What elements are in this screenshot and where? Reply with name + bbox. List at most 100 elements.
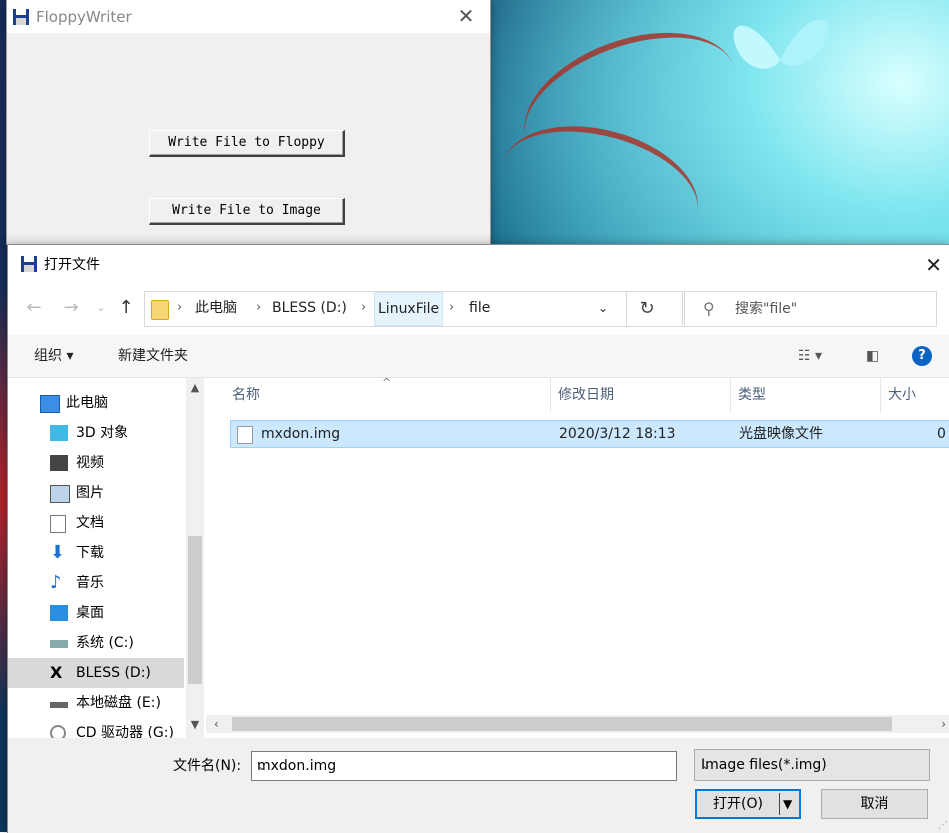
- floppy-app-icon: [21, 256, 37, 272]
- list-horizontal-scrollbar[interactable]: ‹ ›: [206, 715, 949, 733]
- navigation-tree: 此电脑 3D 对象 视频 图片 文档 ⬇ 下载 ♪ 音乐 桌面 系统 (C:) …: [8, 378, 204, 738]
- cancel-button[interactable]: 取消: [821, 789, 928, 819]
- address-bar[interactable]: › 此电脑 › BLESS (D:) › LinuxFile › file ⌄ …: [144, 291, 683, 327]
- column-separator: [730, 378, 731, 412]
- disc-image-file-icon: [237, 426, 253, 444]
- tree-item-label: 3D 对象: [76, 425, 129, 441]
- column-size[interactable]: 大小: [888, 378, 916, 412]
- filename-input[interactable]: mxdon.img ⌄: [251, 751, 677, 781]
- resize-grip-icon[interactable]: ⋰: [938, 820, 948, 831]
- breadcrumb-this-pc[interactable]: 此电脑: [195, 292, 237, 326]
- back-arrow-icon[interactable]: ←: [23, 297, 45, 318]
- floppywriter-window: FloppyWriter ✕ Write File to Floppy Writ…: [6, 0, 491, 245]
- download-icon: ⬇: [50, 542, 66, 563]
- chevron-right-icon: ›: [177, 300, 183, 315]
- scroll-down-icon[interactable]: ▼: [186, 718, 204, 731]
- scroll-right-icon[interactable]: ›: [941, 715, 946, 733]
- preview-pane-icon[interactable]: ◧: [866, 335, 879, 377]
- dialog-footer: 文件名(N): mxdon.img ⌄ Image files(*.img) ⌄…: [8, 738, 949, 833]
- search-box[interactable]: ⚲ 搜索"file": [684, 291, 937, 327]
- breadcrumb-linuxfile[interactable]: LinuxFile: [374, 292, 444, 326]
- up-arrow-icon[interactable]: ↑: [115, 297, 137, 318]
- tree-scrollbar-thumb[interactable]: [188, 536, 202, 684]
- filter-dropdown-icon[interactable]: ⌄: [701, 750, 923, 780]
- tree-item-label: 此电脑: [66, 395, 108, 411]
- tree-item-video[interactable]: 视频: [8, 448, 184, 478]
- scroll-left-icon[interactable]: ‹: [214, 715, 219, 733]
- filename-label: 文件名(N):: [173, 758, 242, 774]
- dialog-close-icon[interactable]: ✕: [925, 253, 942, 277]
- 3d-objects-icon: [50, 425, 68, 441]
- tree-item-3d-objects[interactable]: 3D 对象: [8, 418, 184, 448]
- search-icon: ⚲: [703, 299, 715, 318]
- open-button-divider: [779, 793, 780, 815]
- video-icon: [50, 455, 68, 471]
- file-size: 0: [937, 426, 946, 442]
- file-modified: 2020/3/12 18:13: [559, 426, 676, 442]
- tree-item-desktop[interactable]: 桌面: [8, 598, 184, 628]
- column-name[interactable]: 名称: [232, 378, 260, 412]
- tree-item-cd-drive-g[interactable]: CD 驱动器 (G:): [8, 718, 184, 738]
- recent-chevron-icon[interactable]: ⌄: [90, 301, 112, 314]
- documents-icon: [50, 515, 66, 533]
- open-dropdown-icon[interactable]: ▼: [783, 791, 792, 817]
- tree-scrollbar[interactable]: ▲ ▼: [186, 378, 204, 738]
- folder-icon: [151, 300, 169, 320]
- chevron-right-icon: ›: [361, 300, 367, 315]
- tree-item-this-pc[interactable]: 此电脑: [8, 388, 184, 418]
- music-icon: ♪: [50, 572, 62, 593]
- write-floppy-button[interactable]: Write File to Floppy: [149, 130, 345, 157]
- forward-arrow-icon[interactable]: →: [60, 297, 82, 318]
- tree-item-documents[interactable]: 文档: [8, 508, 184, 538]
- organize-menu[interactable]: 组织 ▾: [34, 335, 73, 377]
- new-folder-button[interactable]: 新建文件夹: [118, 335, 188, 377]
- tree-item-label: CD 驱动器 (G:): [76, 725, 174, 738]
- bless-drive-icon: X: [50, 663, 63, 682]
- floppywriter-titlebar: FloppyWriter ✕: [7, 0, 490, 33]
- pictures-icon: [50, 485, 70, 503]
- tree-item-local-disk-e[interactable]: 本地磁盘 (E:): [8, 688, 184, 718]
- tree-item-label: 系统 (C:): [76, 635, 134, 651]
- dialog-titlebar: 打开文件 ✕: [8, 245, 949, 283]
- file-row[interactable]: mxdon.img 2020/3/12 18:13 光盘映像文件 0: [230, 420, 949, 448]
- refresh-icon[interactable]: ↻: [626, 292, 667, 326]
- floppywriter-title: FloppyWriter: [36, 7, 132, 26]
- floppywriter-close-icon[interactable]: ✕: [456, 6, 476, 26]
- filename-dropdown-icon[interactable]: ⌄: [257, 752, 672, 780]
- tree-item-pictures[interactable]: 图片: [8, 478, 184, 508]
- tree-item-label: 文档: [76, 515, 104, 531]
- chevron-right-icon: ›: [256, 300, 262, 315]
- desktop-icon: [50, 605, 68, 621]
- tree-item-bless-d[interactable]: X BLESS (D:): [8, 658, 184, 688]
- column-separator: [880, 378, 881, 412]
- file-type-filter[interactable]: Image files(*.img) ⌄: [694, 749, 930, 781]
- open-file-dialog: 打开文件 ✕ ← → ⌄ ↑ › 此电脑 › BLESS (D:) › Linu…: [7, 244, 949, 833]
- tree-item-label: 下载: [76, 545, 104, 561]
- drive-icon: [50, 702, 68, 708]
- view-options-icon[interactable]: ☷ ▾: [798, 335, 822, 377]
- floppy-app-icon: [13, 8, 29, 25]
- cd-drive-icon: [50, 725, 66, 738]
- dialog-title: 打开文件: [44, 257, 100, 273]
- command-toolbar: 组织 ▾ 新建文件夹 ☷ ▾ ◧ ?: [8, 335, 949, 378]
- file-name: mxdon.img: [261, 426, 341, 442]
- column-type[interactable]: 类型: [738, 378, 766, 412]
- tree-item-label: 图片: [76, 485, 104, 501]
- write-image-button[interactable]: Write File to Image: [149, 198, 345, 225]
- column-modified[interactable]: 修改日期: [558, 378, 614, 412]
- scroll-up-icon[interactable]: ▲: [186, 381, 204, 394]
- open-button-label: 打开(O): [713, 796, 763, 812]
- open-button[interactable]: 打开(O) ▼: [695, 789, 801, 819]
- navigation-bar: ← → ⌄ ↑ › 此电脑 › BLESS (D:) › LinuxFile ›…: [8, 283, 949, 335]
- breadcrumb-file[interactable]: file: [469, 292, 490, 326]
- list-scrollbar-thumb[interactable]: [232, 717, 892, 731]
- computer-icon: [40, 395, 60, 413]
- breadcrumb-bless-drive[interactable]: BLESS (D:): [272, 292, 347, 326]
- column-separator: [550, 378, 551, 412]
- tree-item-music[interactable]: ♪ 音乐: [8, 568, 184, 598]
- address-dropdown-icon[interactable]: ⌄: [598, 292, 608, 326]
- tree-item-downloads[interactable]: ⬇ 下载: [8, 538, 184, 568]
- butterfly-graphic: [733, 19, 829, 69]
- tree-item-system-c[interactable]: 系统 (C:): [8, 628, 184, 658]
- help-icon[interactable]: ?: [912, 346, 932, 366]
